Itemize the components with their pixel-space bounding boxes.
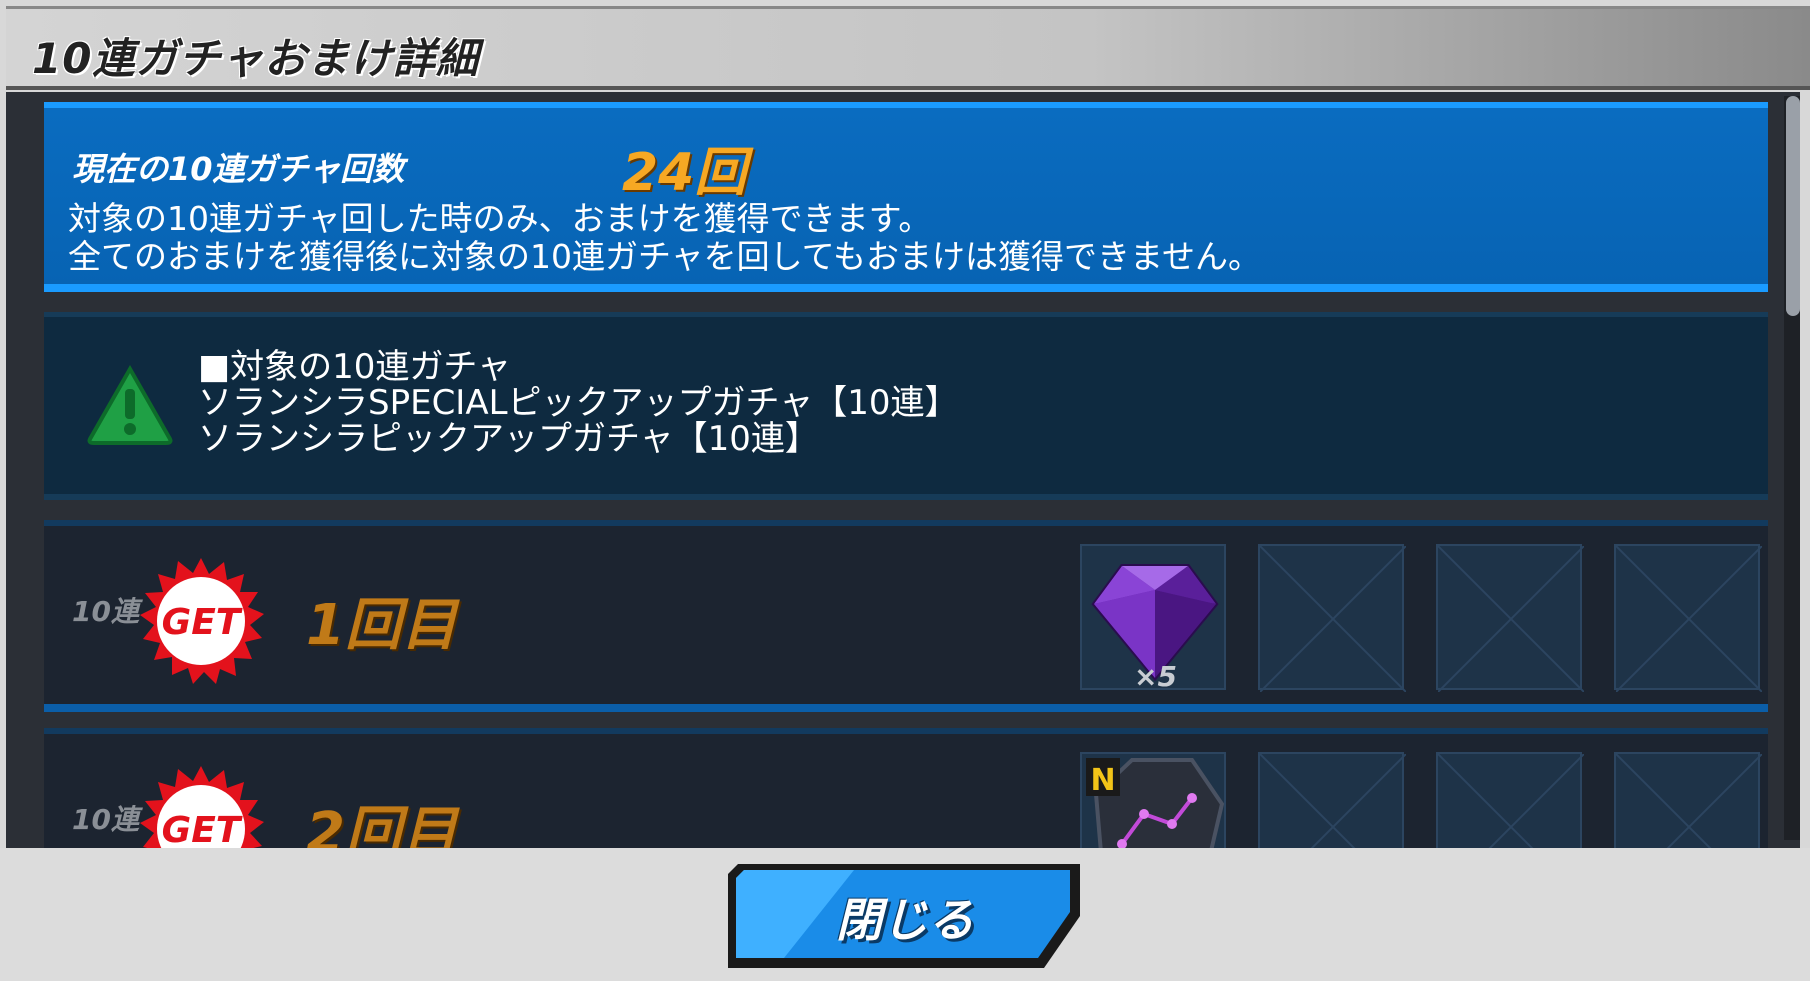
content-scrollbar[interactable] <box>1784 96 1800 840</box>
item-rarity-badge: N <box>1090 763 1115 798</box>
reward-item-slot[interactable]: N <box>1080 752 1226 848</box>
close-button-label: 閉じる <box>836 893 974 947</box>
target-gacha-line: ソランシラSPECIALピックアップガチャ【10連】 <box>198 383 959 423</box>
reward-row: 10連 GET 2回目 N <box>44 728 1768 848</box>
empty-slot-cross-icon <box>1260 546 1406 692</box>
target-gacha-text: ■対象の10連ガチャ ソランシラSPECIALピックアップガチャ【10連】 ソラ… <box>198 349 958 457</box>
gacha-bonus-dialog: 10連ガチャおまけ詳細 現在の10連ガチャ回数 24回 対象の10連ガチャ回した… <box>0 0 1810 981</box>
empty-slot-cross-icon <box>1616 546 1762 692</box>
get-badge-icon: GET <box>140 558 264 684</box>
empty-item-slot <box>1258 752 1406 848</box>
target-gacha-line: ソランシラピックアップガチャ【10連】 <box>198 419 819 459</box>
dialog-title: 10連ガチャおまけ詳細 <box>32 34 480 83</box>
dialog-content[interactable]: 現在の10連ガチャ回数 24回 対象の10連ガチャ回した時のみ、おまけを獲得でき… <box>6 92 1800 848</box>
description-line: 対象の10連ガチャ回した時のみ、おまけを獲得できます。 <box>68 199 932 238</box>
reward-item-quantity: ×5 <box>1134 660 1177 693</box>
reward-prefix: 10連 <box>72 595 139 628</box>
dialog-titlebar: 10連ガチャおまけ詳細 <box>6 6 1810 90</box>
gacha-count-description: 対象の10連ガチャ回した時のみ、おまけを獲得できます。 全てのおまけを獲得後に対… <box>68 200 1261 276</box>
empty-slot-cross-icon <box>1438 754 1584 848</box>
empty-slot-cross-icon <box>1260 754 1406 848</box>
empty-item-slot <box>1614 752 1762 848</box>
scrollbar-thumb[interactable] <box>1786 96 1800 316</box>
target-gacha-panel: ■対象の10連ガチャ ソランシラSPECIALピックアップガチャ【10連】 ソラ… <box>44 312 1768 500</box>
reward-prefix: 10連 <box>72 803 139 836</box>
empty-item-slot <box>1614 544 1762 692</box>
get-badge-text: GET <box>162 810 243 848</box>
empty-slot-cross-icon <box>1616 754 1762 848</box>
gacha-count-panel: 現在の10連ガチャ回数 24回 対象の10連ガチャ回した時のみ、おまけを獲得でき… <box>44 102 1768 292</box>
empty-item-slot <box>1436 544 1584 692</box>
description-line: 全てのおまけを獲得後に対象の10連ガチャを回してもおまけは獲得できません。 <box>68 237 1262 276</box>
target-gacha-line: ■対象の10連ガチャ <box>198 347 512 387</box>
get-badge-icon: GET <box>140 766 264 848</box>
gacha-count-label: 現在の10連ガチャ回数 <box>72 150 405 188</box>
empty-slot-cross-icon <box>1438 546 1584 692</box>
close-button[interactable]: 閉じる <box>724 860 1086 972</box>
warning-triangle-icon <box>87 365 173 445</box>
empty-item-slot <box>1258 544 1406 692</box>
constellation-chip-icon: N <box>1086 758 1225 848</box>
get-badge-text: GET <box>162 602 243 643</box>
empty-item-slot <box>1436 752 1584 848</box>
reward-count-label: 2回目 <box>306 801 457 848</box>
gacha-count-value: 24回 <box>622 143 747 203</box>
reward-count-label: 1回目 <box>306 593 457 658</box>
reward-row: 10連 GET 1回目 ×5 <box>44 520 1768 712</box>
